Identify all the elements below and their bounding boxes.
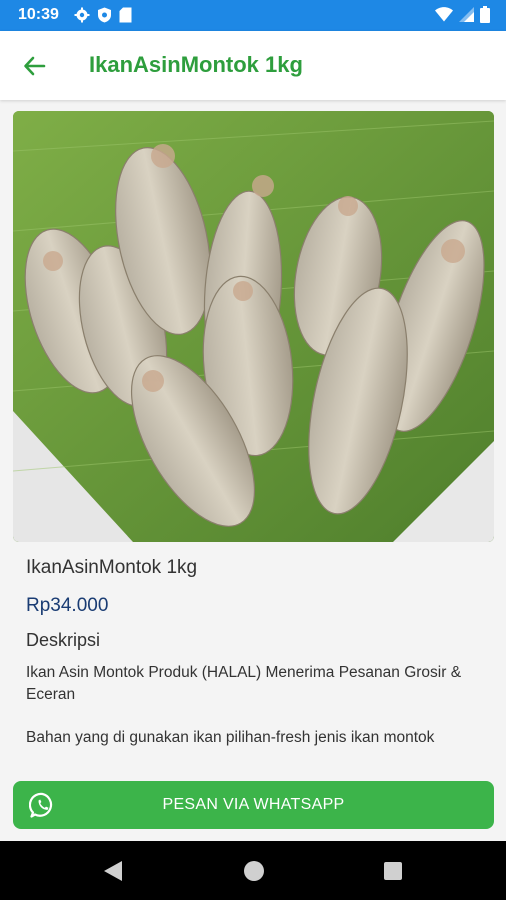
description-paragraph: Bahan yang di gunakan ikan pilihan-fresh… [26,729,435,746]
status-right-icons [435,6,490,23]
product-price: Rp34.000 [26,595,109,616]
shield-icon [98,7,111,23]
description-paragraph: Ikan Asin Montok Produk (HALAL) Menerima… [26,664,462,703]
navigation-bar [0,841,506,900]
order-button-label: PESAN VIA WHATSAPP [162,796,345,813]
back-triangle-icon[interactable] [103,860,123,882]
status-time: 10:39 [18,6,59,23]
home-circle-icon[interactable] [244,861,264,881]
description-heading: Deskripsi [26,630,101,650]
status-bar: 10:39 [0,0,506,31]
page-title: IkanAsinMontok 1kg [89,52,303,77]
status-left-icons [74,7,132,23]
wifi-icon [435,7,453,22]
product-image [13,111,494,542]
arrow-left-icon [24,56,46,76]
sd-card-icon [119,7,132,23]
signal-icon [459,7,474,22]
app-bar: IkanAsinMontok 1kg [0,31,506,100]
product-name: IkanAsinMontok 1kg [26,557,198,578]
order-whatsapp-button[interactable]: PESAN VIA WHATSAPP [13,781,494,829]
gear-icon [74,7,90,23]
battery-icon [480,6,490,23]
back-button[interactable] [20,51,50,81]
recents-square-icon[interactable] [384,862,402,880]
